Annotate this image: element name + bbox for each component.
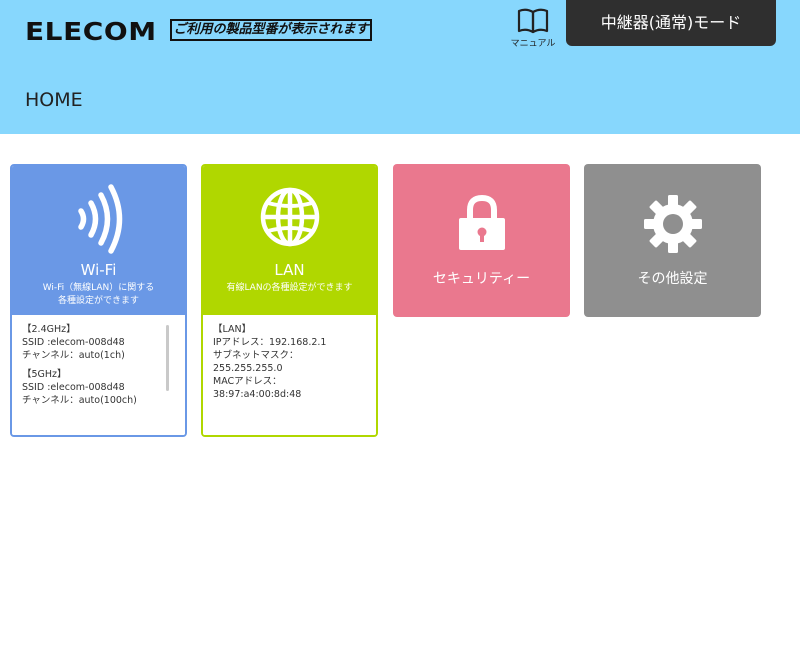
mac-label: MACアドレス： [213,376,282,387]
wifi-card-description: Wi-Fi（無線LAN）に関する 各種設定ができます [12,282,185,308]
wifi-card-header[interactable]: Wi-Fi Wi-Fi（無線LAN）に関する 各種設定ができます [12,166,185,315]
header-bar: ELECOM ご利用の製品型番が表示されます マニュアル 中継器(通常)モード … [0,0,800,134]
subnet-value: 255.255.255.0 [213,363,283,374]
lan-card[interactable]: LAN 有線LANの各種設定ができます 【LAN】 IPアドレス：192.168… [201,164,378,437]
ssid-value: SSID :elecom-008d48 [22,382,125,393]
lan-card-description: 有線LANの各種設定ができます [226,283,353,293]
manual-button[interactable]: マニュアル [507,8,559,49]
ssid-value: SSID :elecom-008d48 [22,337,125,348]
wifi-card[interactable]: Wi-Fi Wi-Fi（無線LAN）に関する 各種設定ができます 【2.4GHz… [10,164,187,437]
lan-card-title: LAN [274,261,305,279]
wifi-desc-line1: Wi-Fi（無線LAN）に関する [42,283,155,293]
lan-heading: 【LAN】 [213,324,252,335]
security-card[interactable]: セキュリティー [393,164,570,317]
band-heading: 【5GHz】 [22,369,67,380]
wifi-info-panel: 【2.4GHz】 SSID :elecom-008d48 チャンネル：auto(… [12,315,185,435]
mode-button[interactable]: 中継器(通常)モード [566,0,776,46]
band-heading: 【2.4GHz】 [22,324,76,335]
ip-address-value: IPアドレス：192.168.2.1 [213,337,327,348]
manual-label: マニュアル [510,39,556,49]
wifi-24ghz-info: 【2.4GHz】 SSID :elecom-008d48 チャンネル：auto(… [22,323,175,362]
security-card-title: セキュリティー [432,271,531,287]
gear-icon [584,194,761,254]
channel-value: チャンネル：auto(1ch) [22,350,125,361]
elecom-logo: ELECOM [25,17,157,46]
subnet-label: サブネットマスク： [213,350,299,361]
wifi-5ghz-info: 【5GHz】 SSID :elecom-008d48 チャンネル：auto(10… [22,368,175,407]
book-icon [517,8,549,34]
wifi-signal-icon [12,184,185,254]
padlock-icon [393,194,570,252]
security-card-header[interactable]: セキュリティー [393,164,570,317]
wifi-card-title: Wi-Fi [80,261,117,279]
lan-info-panel: 【LAN】 IPアドレス：192.168.2.1 サブネットマスク： 255.2… [203,315,376,435]
page-title: HOME [25,89,83,111]
mac-value: 38:97:a4:00:8d:48 [213,389,302,400]
model-number-box: ご利用の製品型番が表示されます [170,19,372,41]
channel-value: チャンネル：auto(100ch) [22,395,137,406]
wifi-desc-line2: 各種設定ができます [57,296,139,306]
other-settings-card-title: その他設定 [637,271,708,287]
lan-card-header[interactable]: LAN 有線LANの各種設定ができます [203,166,376,315]
info-scrollbar[interactable] [166,325,169,391]
other-settings-card[interactable]: その他設定 [584,164,761,317]
other-settings-card-header[interactable]: その他設定 [584,164,761,317]
globe-icon [203,186,376,248]
